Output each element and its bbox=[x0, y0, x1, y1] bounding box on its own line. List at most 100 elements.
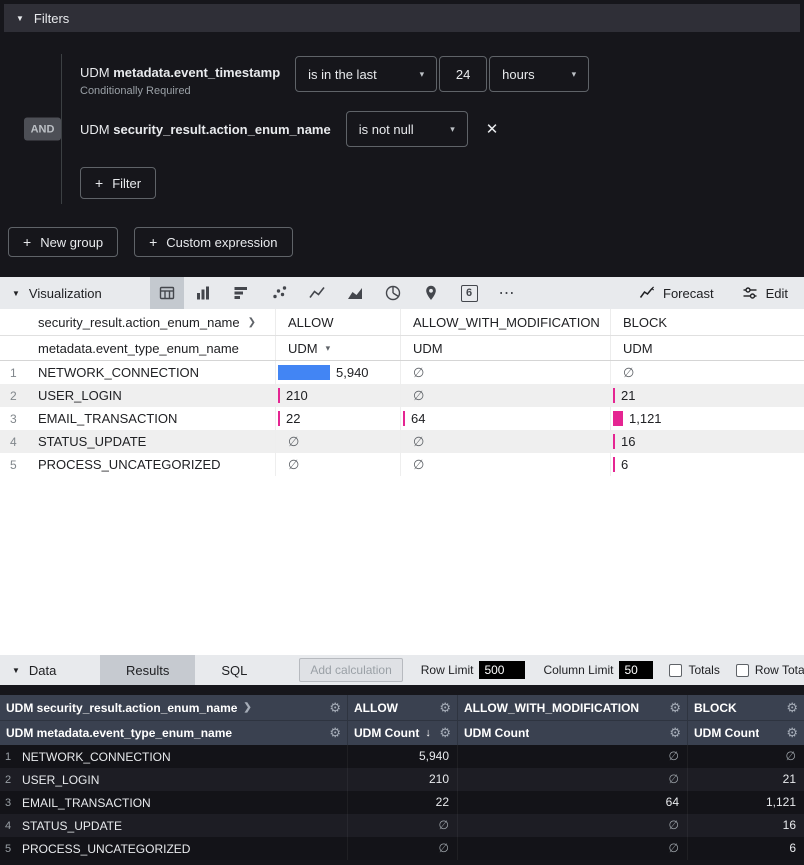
viz-type-line-chart-icon[interactable] bbox=[298, 277, 336, 309]
data-cell[interactable]: ∅ bbox=[457, 745, 687, 768]
data-cell[interactable]: ∅ bbox=[400, 453, 610, 476]
pivot-value-header[interactable]: ALLOW_WITH_MODIFICATION ⚙ bbox=[457, 695, 687, 720]
viz-type-area-chart-icon[interactable] bbox=[336, 277, 374, 309]
row-field-header[interactable]: UDM metadata.event_type_enum_name ⚙ bbox=[0, 721, 347, 745]
measure-header[interactable]: UDM ▾ bbox=[275, 336, 400, 360]
and-conjunction-badge[interactable]: AND bbox=[24, 118, 61, 141]
viz-type-more-options-icon[interactable]: ⋯ bbox=[488, 277, 526, 309]
edit-button[interactable]: Edit bbox=[742, 285, 788, 301]
pivot-value-header[interactable]: BLOCK bbox=[610, 309, 804, 335]
viz-type-map-icon[interactable] bbox=[412, 277, 450, 309]
operator-select[interactable]: is not null ▾ bbox=[346, 111, 468, 147]
data-cell[interactable]: 210 bbox=[347, 768, 457, 791]
data-cell[interactable]: 21 bbox=[687, 768, 804, 791]
row-totals-checkbox[interactable] bbox=[736, 664, 749, 677]
viz-type-single-value-icon[interactable]: 6 bbox=[450, 277, 488, 309]
add-filter-button[interactable]: + Filter bbox=[80, 167, 156, 199]
filters-section-header[interactable]: ▼ Filters bbox=[4, 4, 800, 32]
row-label[interactable]: NETWORK_CONNECTION bbox=[30, 365, 275, 380]
measure-header[interactable]: UDM bbox=[610, 336, 804, 360]
data-cell[interactable]: 5,940 bbox=[347, 745, 457, 768]
custom-expression-button[interactable]: + Custom expression bbox=[134, 227, 292, 257]
row-field-header[interactable]: metadata.event_type_enum_name bbox=[0, 336, 275, 360]
gear-icon[interactable]: ⚙ bbox=[329, 700, 341, 716]
measure-header[interactable]: UDM bbox=[400, 336, 610, 360]
data-cell[interactable]: ∅ bbox=[347, 814, 457, 837]
gear-icon[interactable]: ⚙ bbox=[669, 725, 681, 741]
pivot-field-header[interactable]: security_result.action_enum_name ❯ bbox=[0, 309, 275, 335]
measure-header-sorted[interactable]: UDM Count ↓ ⚙ bbox=[347, 721, 457, 745]
data-cell[interactable]: 6 bbox=[687, 837, 804, 860]
results-measure-header-row: UDM metadata.event_type_enum_name ⚙ UDM … bbox=[0, 720, 804, 745]
tab-sql[interactable]: SQL bbox=[195, 655, 273, 685]
data-cell[interactable]: ∅ bbox=[457, 837, 687, 860]
row-label[interactable]: PROCESS_UNCATEGORIZED bbox=[30, 457, 275, 472]
data-cell[interactable]: 64 bbox=[400, 407, 610, 430]
data-cell[interactable]: 21 bbox=[610, 384, 804, 407]
row-label[interactable]: NETWORK_CONNECTION bbox=[18, 750, 347, 764]
operator-select[interactable]: is in the last ▾ bbox=[295, 56, 437, 92]
pivot-value-header[interactable]: ALLOW bbox=[275, 309, 400, 335]
data-cell[interactable]: ∅ bbox=[457, 814, 687, 837]
data-cell[interactable]: 64 bbox=[457, 791, 687, 814]
measure-header[interactable]: UDM Count ⚙ bbox=[687, 721, 804, 745]
data-cell[interactable]: ∅ bbox=[400, 430, 610, 453]
gear-icon[interactable]: ⚙ bbox=[669, 700, 681, 716]
visualization-section-toggle[interactable]: ▼ Visualization bbox=[0, 286, 150, 301]
data-cell[interactable]: ∅ bbox=[347, 837, 457, 860]
data-cell[interactable]: ∅ bbox=[400, 384, 610, 407]
viz-type-row-chart-icon[interactable] bbox=[222, 277, 260, 309]
data-cell[interactable]: ∅ bbox=[275, 430, 400, 453]
row-label[interactable]: STATUS_UPDATE bbox=[30, 434, 275, 449]
data-cell[interactable]: ∅ bbox=[275, 453, 400, 476]
pivot-value-header[interactable]: ALLOW ⚙ bbox=[347, 695, 457, 720]
viz-type-bar-chart-icon[interactable] bbox=[184, 277, 222, 309]
data-cell[interactable]: ∅ bbox=[457, 768, 687, 791]
caret-down-icon[interactable]: ▼ bbox=[16, 14, 24, 23]
tab-results[interactable]: Results bbox=[100, 655, 195, 685]
measure-header[interactable]: UDM Count ⚙ bbox=[457, 721, 687, 745]
data-cell[interactable]: 16 bbox=[610, 430, 804, 453]
data-cell[interactable]: 22 bbox=[347, 791, 457, 814]
dropdown-caret-icon: ▾ bbox=[420, 69, 425, 80]
remove-filter-icon[interactable]: ✕ bbox=[486, 120, 499, 138]
row-label[interactable]: USER_LOGIN bbox=[18, 773, 347, 787]
viz-type-pie-chart-icon[interactable] bbox=[374, 277, 412, 309]
row-label[interactable]: USER_LOGIN bbox=[30, 388, 275, 403]
row-label[interactable]: STATUS_UPDATE bbox=[18, 819, 347, 833]
filter-value-input[interactable]: 24 bbox=[439, 56, 487, 92]
data-section-toggle[interactable]: ▼ Data bbox=[0, 663, 100, 678]
new-group-button[interactable]: + New group bbox=[8, 227, 118, 257]
gear-icon[interactable]: ⚙ bbox=[786, 700, 798, 716]
data-cell[interactable]: 1,121 bbox=[610, 407, 804, 430]
dimension-header[interactable]: UDM security_result.action_enum_name ❯ ⚙ bbox=[0, 695, 347, 720]
totals-checkbox[interactable] bbox=[669, 664, 682, 677]
gear-icon[interactable]: ⚙ bbox=[439, 700, 451, 716]
data-cell[interactable]: ∅ bbox=[610, 361, 804, 384]
gear-icon[interactable]: ⚙ bbox=[439, 725, 451, 741]
forecast-button[interactable]: Forecast bbox=[639, 285, 714, 301]
column-limit-input[interactable] bbox=[619, 661, 653, 679]
data-cell[interactable]: 6 bbox=[610, 453, 804, 476]
row-limit-input[interactable] bbox=[479, 661, 525, 679]
viz-type-scatter-icon[interactable] bbox=[260, 277, 298, 309]
data-cell[interactable]: 1,121 bbox=[687, 791, 804, 814]
cell-value: 21 bbox=[621, 388, 635, 403]
add-calculation-button[interactable]: Add calculation bbox=[299, 658, 402, 682]
unit-select[interactable]: hours ▾ bbox=[489, 56, 589, 92]
data-cell[interactable]: 22 bbox=[275, 407, 400, 430]
data-cell[interactable]: ∅ bbox=[687, 745, 804, 768]
pivot-value-header[interactable]: BLOCK ⚙ bbox=[687, 695, 804, 720]
row-label[interactable]: EMAIL_TRANSACTION bbox=[18, 796, 347, 810]
data-cell[interactable]: 210 bbox=[275, 384, 400, 407]
data-cell[interactable]: 16 bbox=[687, 814, 804, 837]
viz-table-body: 1NETWORK_CONNECTION5,940∅∅2USER_LOGIN210… bbox=[0, 361, 804, 476]
viz-type-table-icon[interactable] bbox=[150, 277, 184, 309]
row-label[interactable]: PROCESS_UNCATEGORIZED bbox=[18, 842, 347, 856]
gear-icon[interactable]: ⚙ bbox=[329, 725, 341, 741]
data-cell[interactable]: 5,940 bbox=[275, 361, 400, 384]
row-label[interactable]: EMAIL_TRANSACTION bbox=[30, 411, 275, 426]
data-cell[interactable]: ∅ bbox=[400, 361, 610, 384]
gear-icon[interactable]: ⚙ bbox=[786, 725, 798, 741]
pivot-value-header[interactable]: ALLOW_WITH_MODIFICATION bbox=[400, 309, 610, 335]
